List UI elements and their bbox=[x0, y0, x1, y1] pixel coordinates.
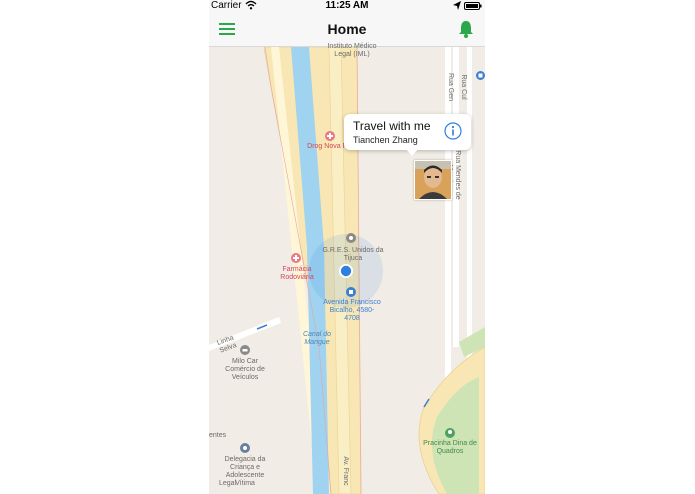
map-label-entes: entes bbox=[209, 432, 227, 439]
map-label-av-franc: Av. Franc bbox=[342, 456, 349, 486]
battery-icon bbox=[464, 2, 482, 10]
map-label-farmacia: Farmácia Rodoviária bbox=[280, 266, 314, 281]
map-legal-link[interactable]: Legal bbox=[219, 480, 239, 488]
map-label-rua-cul: Rua Cul bbox=[460, 74, 467, 100]
callout-subtitle: Tianchen Zhang bbox=[353, 135, 418, 145]
phone-screen: Carrier 11:25 AM Home Instituto Médico L… bbox=[209, 0, 485, 494]
pharmacy-icon[interactable] bbox=[291, 253, 301, 263]
police-icon[interactable] bbox=[240, 443, 250, 453]
map-label-rua-gen: Rua Gen bbox=[447, 72, 454, 102]
location-arrow-icon bbox=[453, 1, 461, 10]
map-label-milo: Milo Car Comércio de Veículos bbox=[225, 358, 265, 381]
bus-stop-icon[interactable] bbox=[476, 71, 485, 80]
info-icon[interactable] bbox=[444, 122, 462, 140]
navigation-bar: Home bbox=[209, 13, 485, 47]
map-label-avenida: Avenida Francisco Bicalho, 4580-4708 bbox=[323, 299, 381, 322]
callout-title: Travel with me bbox=[353, 119, 431, 133]
pharmacy-icon[interactable] bbox=[325, 131, 335, 141]
annotation-callout[interactable]: Travel with me Tianchen Zhang bbox=[344, 114, 471, 156]
bell-icon[interactable] bbox=[458, 20, 474, 38]
map-label-canal: Canal do Mangue bbox=[302, 331, 332, 346]
callout-tail bbox=[406, 149, 418, 156]
clock: 11:25 AM bbox=[325, 0, 369, 11]
map-label-gres: G.R.E.S. Unidos da Tijuca bbox=[322, 247, 384, 262]
map-label-instituto: Instituto Médico Legal (IML) bbox=[327, 43, 377, 58]
page-title: Home bbox=[327, 21, 367, 37]
map-label-pracinha: Pracinha Dina de Quadros bbox=[423, 440, 477, 455]
status-bar: Carrier 11:25 AM bbox=[209, 0, 485, 13]
bus-stop-icon[interactable] bbox=[346, 287, 356, 297]
user-avatar[interactable] bbox=[414, 160, 452, 200]
samba-school-icon[interactable] bbox=[346, 233, 356, 243]
park-icon[interactable] bbox=[445, 428, 455, 438]
